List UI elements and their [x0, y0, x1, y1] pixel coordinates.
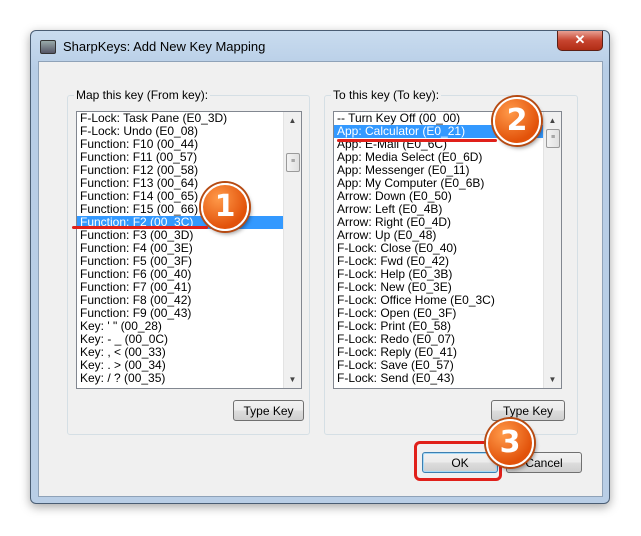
title-bar[interactable]: SharpKeys: Add New Key Mapping ✕ [31, 31, 609, 61]
step-1-badge: 1 [201, 183, 249, 231]
scroll-down-arrow-icon[interactable]: ▼ [544, 371, 561, 388]
annotation-underline-from [72, 226, 208, 229]
window-title: SharpKeys: Add New Key Mapping [63, 39, 266, 54]
annotation-underline-to [337, 139, 497, 142]
to-key-group-label: To this key (To key): [331, 88, 442, 102]
scroll-thumb[interactable]: ≡ [546, 129, 560, 148]
from-key-list-items: F-Lock: Task Pane (E0_3D) F-Lock: Undo (E… [77, 112, 284, 388]
scroll-up-arrow-icon[interactable]: ▲ [544, 112, 561, 129]
to-key-list-items: -- Turn Key Off (00_00) App: Calculator (… [334, 112, 544, 388]
to-type-key-button[interactable]: Type Key [491, 400, 565, 421]
from-type-key-button[interactable]: Type Key [233, 400, 304, 421]
scroll-up-arrow-icon[interactable]: ▲ [284, 112, 301, 129]
step-2-badge: 2 [493, 97, 541, 145]
from-key-listbox[interactable]: F-Lock: Task Pane (E0_3D) F-Lock: Undo (E… [76, 111, 302, 389]
scroll-down-arrow-icon[interactable]: ▼ [284, 371, 301, 388]
step-3-badge: 3 [486, 419, 534, 467]
list-item[interactable]: F-Lock: Send (E0_43) [334, 372, 544, 385]
close-button[interactable]: ✕ [557, 31, 603, 51]
scroll-thumb[interactable]: ≡ [286, 153, 300, 172]
to-key-group: To this key (To key): -- Turn Key Off (0… [324, 88, 578, 435]
from-key-group-label: Map this key (From key): [74, 88, 211, 102]
to-key-scrollbar[interactable]: ▲ ≡ ▼ [543, 112, 561, 388]
to-key-listbox[interactable]: -- Turn Key Off (00_00) App: Calculator (… [333, 111, 562, 389]
from-key-scrollbar[interactable]: ▲ ≡ ▼ [283, 112, 301, 388]
list-item[interactable]: Key: / ? (00_35) [77, 372, 284, 385]
app-keyboard-icon [40, 40, 56, 54]
from-key-group: Map this key (From key): F-Lock: Task Pa… [67, 88, 310, 435]
